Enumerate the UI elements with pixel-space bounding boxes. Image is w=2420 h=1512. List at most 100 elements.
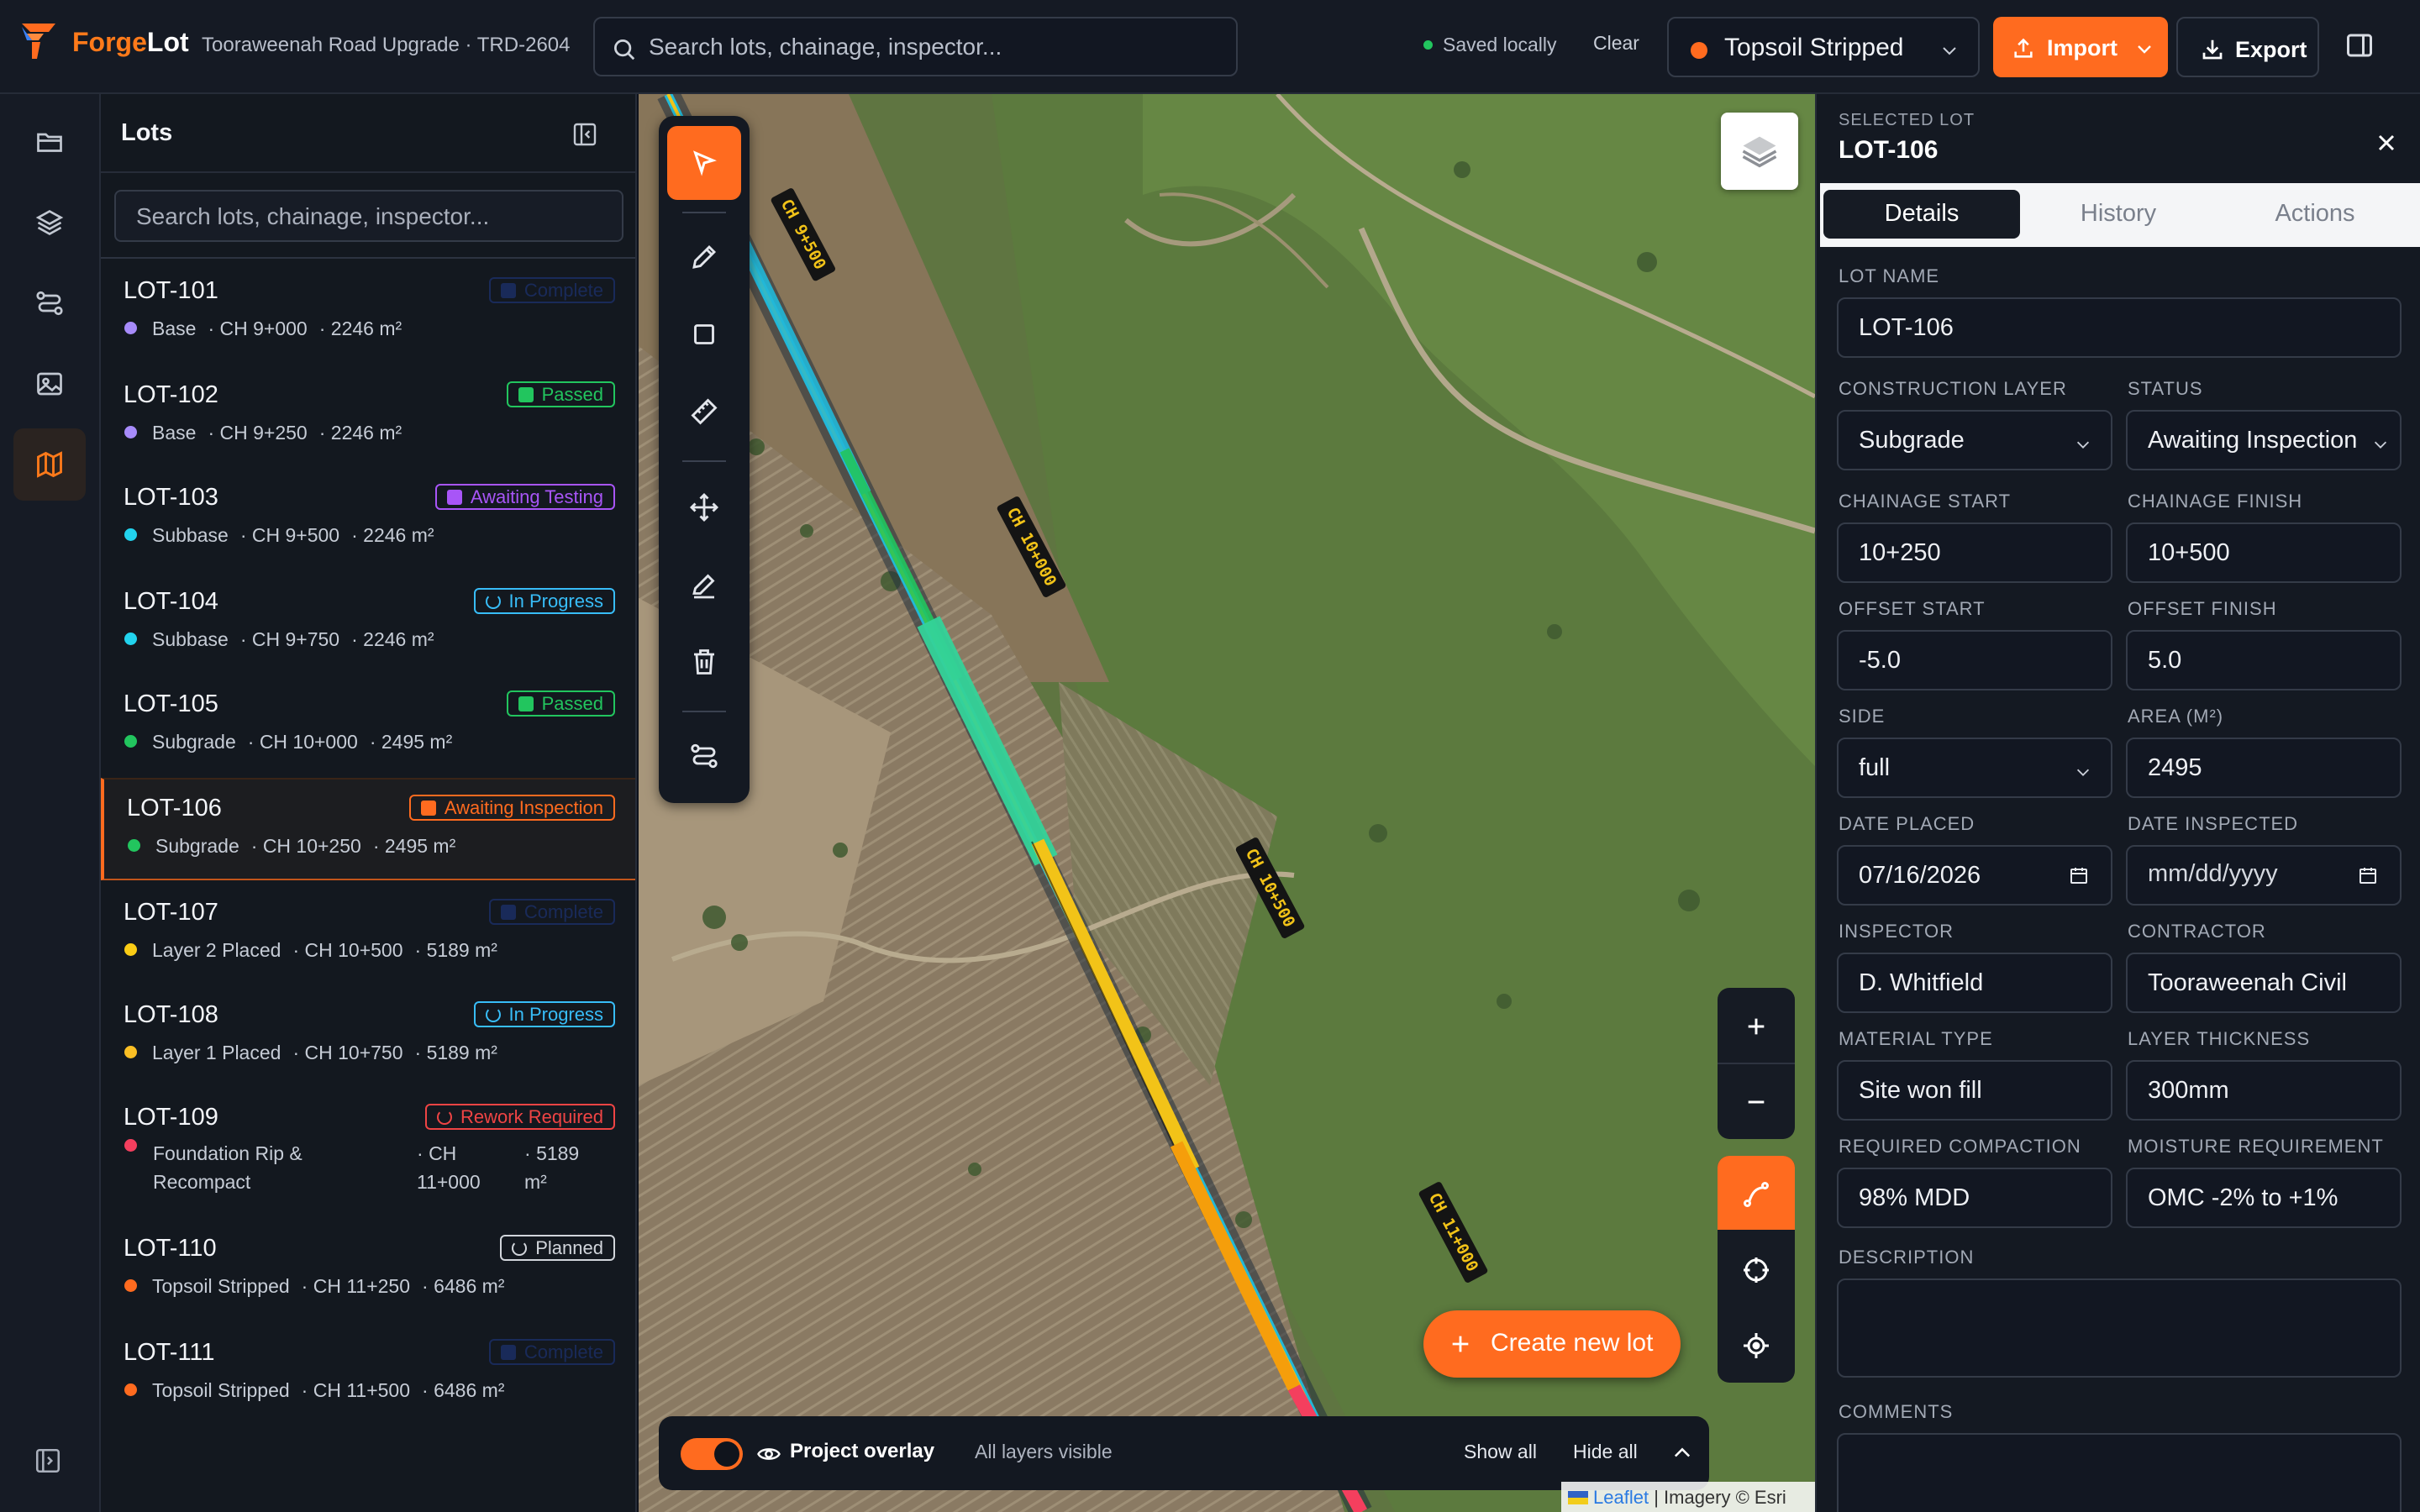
contractor-label: CONTRACTOR: [2128, 921, 2266, 942]
lot-list-item[interactable]: LOT-101 Complete Base · CH 9+000 · 2246 m²: [101, 262, 635, 363]
overlay-toggle[interactable]: [681, 1438, 743, 1470]
status-text: Rework Required: [460, 1106, 603, 1127]
chainage-finish-field[interactable]: 10+500: [2126, 522, 2402, 583]
map-attribution: Leaflet | Imagery © Esri: [1561, 1482, 1815, 1512]
material-type-field[interactable]: Site won fill: [1837, 1060, 2112, 1121]
calendar-icon[interactable]: [2069, 865, 2089, 885]
rail-map[interactable]: [13, 428, 86, 501]
route-tool[interactable]: [667, 719, 741, 793]
lots-search-input[interactable]: [136, 200, 607, 234]
contractor-field[interactable]: Tooraweenah Civil: [2126, 953, 2402, 1013]
rail-route[interactable]: [13, 267, 86, 339]
chevron-up-icon[interactable]: [1670, 1441, 1694, 1465]
move-tool[interactable]: [667, 470, 741, 544]
select-tool[interactable]: [667, 126, 741, 200]
date-inspected-input[interactable]: [2148, 860, 2366, 888]
lot-list-item[interactable]: LOT-111 Complete Topsoil Stripped · CH 11+5…: [101, 1324, 635, 1425]
offset-start-field[interactable]: -5.0: [1837, 630, 2112, 690]
alignment-button[interactable]: [1718, 1156, 1795, 1230]
project-name: Tooraweenah Road Upgrade · TRD-2604: [202, 34, 571, 56]
rectangle-tool[interactable]: [667, 297, 741, 371]
side-label: SIDE: [1839, 706, 1886, 727]
lots-panel: Lots LOT-101 Complete Base · CH 9+000 · 2246…: [101, 94, 637, 1512]
lot-meta: Subgrade · CH 10+250 · 2495 m²: [128, 835, 455, 858]
tab-actions[interactable]: Actions: [2217, 190, 2413, 239]
lot-id: LOT-111: [124, 1339, 215, 1366]
locate-button[interactable]: [1718, 1307, 1795, 1381]
lot-id: LOT-106: [127, 795, 222, 822]
map-view[interactable]: CH 9+500 CH 10+000 CH 10+500 CH 11+000 C…: [639, 94, 1815, 1512]
lot-list-item[interactable]: LOT-102 Passed Base · CH 9+250 · 2246 m²: [101, 366, 635, 467]
basemap-layers-button[interactable]: [1721, 113, 1798, 190]
date-placed-field[interactable]: 07/16/2026: [1837, 845, 2112, 906]
lot-area-value: 6486 m²: [434, 1275, 505, 1297]
lot-id: LOT-109: [124, 1104, 218, 1131]
status-text: Passed: [541, 384, 603, 405]
offset-finish-field[interactable]: 5.0: [2126, 630, 2402, 690]
zoom-in-button[interactable]: [1718, 988, 1795, 1062]
tab-details[interactable]: Details: [1823, 190, 2020, 239]
lot-list-item[interactable]: LOT-108 In Progress Layer 1 Placed · CH 10+…: [101, 986, 635, 1087]
layer-color-dot: [128, 839, 140, 852]
construction-layer-select[interactable]: Subgrade: [1837, 410, 2112, 470]
lot-list-item[interactable]: LOT-103 Awaiting Testing Subbase · CH 9+500…: [101, 469, 635, 570]
lot-name-field[interactable]: LOT-106: [1837, 297, 2402, 358]
export-button[interactable]: Export: [2176, 17, 2319, 77]
close-icon[interactable]: [2373, 129, 2400, 156]
side-select[interactable]: full: [1837, 738, 2112, 798]
inspector-field[interactable]: D. Whitfield: [1837, 953, 2112, 1013]
area-field[interactable]: 2495: [2126, 738, 2402, 798]
zoom-out-button[interactable]: [1718, 1063, 1795, 1137]
import-button[interactable]: Import: [1993, 17, 2168, 77]
ukraine-flag-icon: [1568, 1491, 1588, 1504]
lot-chainage-value: CH 11+250: [313, 1275, 411, 1297]
comments-textarea[interactable]: [1837, 1433, 2402, 1512]
clear-button[interactable]: Clear: [1593, 32, 1639, 55]
layer-thickness-field[interactable]: 300mm: [2126, 1060, 2402, 1121]
lot-list-item[interactable]: LOT-104 In Progress Subbase · CH 9+750 · 224…: [101, 573, 635, 674]
sidebar-expand-icon[interactable]: [34, 1446, 62, 1475]
chainage-start-field[interactable]: 10+250: [1837, 522, 2112, 583]
required-compaction-label: REQUIRED COMPACTION: [1839, 1136, 2081, 1157]
moisture-requirement-field[interactable]: OMC -2% to +1%: [2126, 1168, 2402, 1228]
edit-tool[interactable]: [667, 548, 741, 622]
recenter-button[interactable]: [1718, 1231, 1795, 1305]
lot-list-item[interactable]: LOT-110 Planned Topsoil Stripped · CH 11+25…: [101, 1220, 635, 1320]
status-value: Awaiting Inspection: [2148, 427, 2358, 454]
measure-tool[interactable]: [667, 375, 741, 449]
leaflet-link[interactable]: Leaflet: [1593, 1487, 1649, 1508]
layer-color-dot: [124, 528, 137, 541]
layer-color-dot: [124, 1139, 137, 1152]
required-compaction-field[interactable]: 98% MDD: [1837, 1168, 2112, 1228]
status-select[interactable]: Awaiting Inspection: [2126, 410, 2402, 470]
rail-image[interactable]: [13, 348, 86, 420]
divider: [101, 257, 635, 259]
layer-select[interactable]: Topsoil Stripped: [1667, 17, 1980, 77]
status-icon: [512, 1241, 528, 1256]
lots-search[interactable]: [114, 190, 623, 242]
calendar-icon[interactable]: [2358, 865, 2378, 885]
lot-list-item[interactable]: LOT-107 Complete Layer 2 Placed · CH 10+500…: [101, 884, 635, 984]
global-search-input[interactable]: [649, 29, 1220, 66]
lot-meta: Base · CH 9+000 · 2246 m²: [124, 318, 402, 340]
global-search[interactable]: [593, 17, 1238, 76]
date-inspected-field[interactable]: [2126, 845, 2402, 906]
delete-tool[interactable]: [667, 625, 741, 699]
rail-layers[interactable]: [13, 186, 86, 259]
lot-layer: Layer 2 Placed: [152, 939, 281, 961]
lot-list-item[interactable]: LOT-109 Rework Required Foundation Rip & R…: [101, 1089, 635, 1213]
collapse-panel-icon[interactable]: [571, 121, 598, 148]
panel-toggle-icon[interactable]: [2344, 30, 2375, 60]
show-all-button[interactable]: Show all: [1464, 1441, 1537, 1463]
tab-history[interactable]: History: [2020, 190, 2217, 239]
rail-folder[interactable]: [13, 106, 86, 178]
draw-toolbar: [659, 116, 750, 803]
lot-list-item[interactable]: LOT-106 Awaiting Inspection Subgrade · CH 1…: [101, 778, 635, 880]
pencil-tool[interactable]: [667, 220, 741, 294]
description-textarea[interactable]: [1837, 1278, 2402, 1378]
lot-layer: Subbase: [152, 524, 229, 546]
construction-layer-value: Subgrade: [1859, 427, 1965, 454]
lot-list-item[interactable]: LOT-105 Passed Subgrade · CH 10+000 · 2495 m…: [101, 675, 635, 776]
create-lot-button[interactable]: Create new lot: [1423, 1310, 1681, 1378]
hide-all-button[interactable]: Hide all: [1573, 1441, 1638, 1463]
